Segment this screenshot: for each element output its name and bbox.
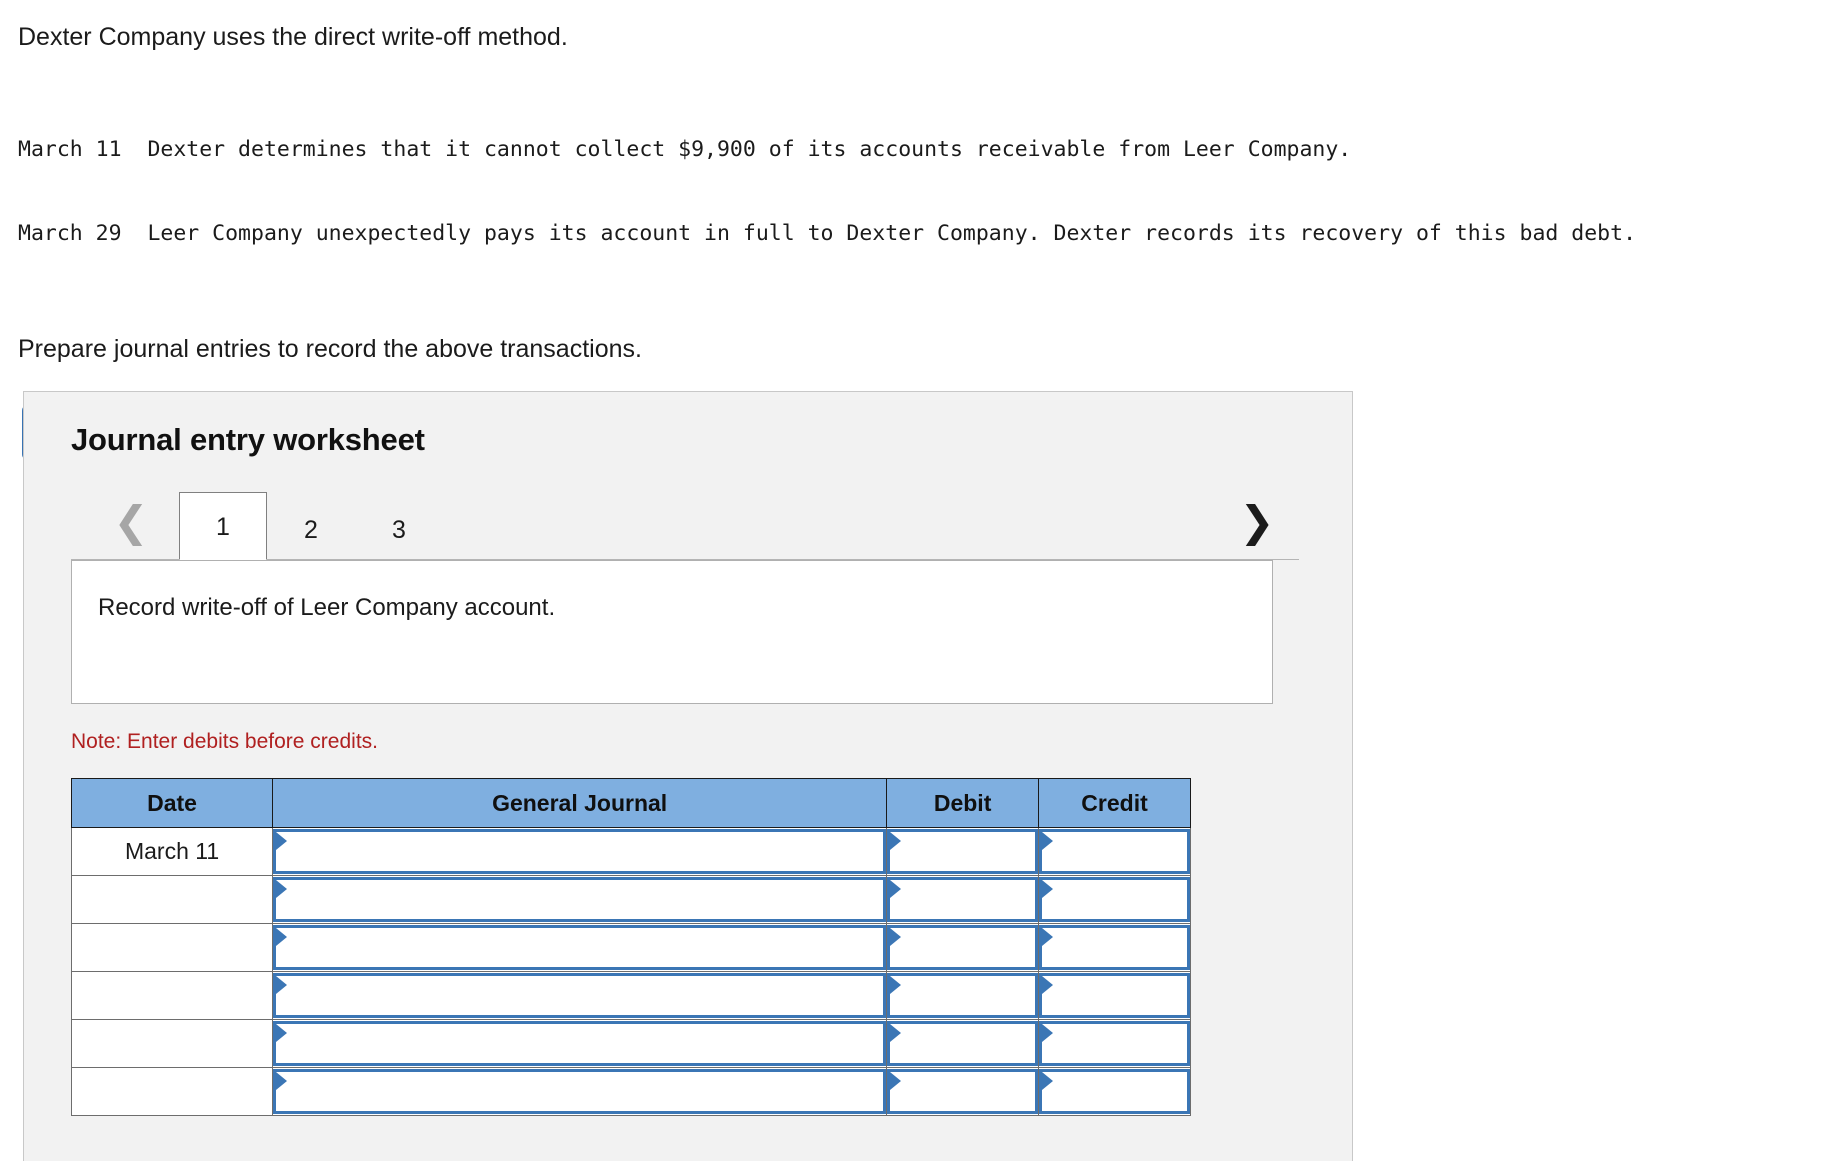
worksheet-tabbar: ❮ ❯ 1 2 3 — [71, 484, 1299, 560]
debit-cell[interactable] — [886, 971, 1040, 1020]
general-journal-cell[interactable] — [272, 971, 888, 1020]
debit-input[interactable] — [887, 1069, 1039, 1114]
credit-input[interactable] — [1039, 829, 1190, 874]
credit-cell[interactable] — [1038, 875, 1191, 924]
general-journal-input[interactable] — [273, 877, 887, 922]
debit-cell[interactable] — [886, 875, 1040, 924]
general-journal-cell[interactable] — [272, 875, 888, 924]
debit-cell[interactable] — [886, 1067, 1040, 1116]
date-cell[interactable] — [70, 875, 274, 924]
tab-3[interactable]: 3 — [355, 498, 443, 560]
credit-cell[interactable] — [1038, 923, 1191, 972]
credit-input[interactable] — [1039, 973, 1190, 1018]
journal-entry-table: Date General Journal Debit Credit March … — [70, 778, 1191, 1116]
table-row — [70, 1019, 1191, 1068]
credit-input[interactable] — [1039, 877, 1190, 922]
credit-input[interactable] — [1039, 925, 1190, 970]
worksheet-prompt-text: Record write-off of Leer Company account… — [98, 594, 556, 621]
debits-before-credits-note: Note: Enter debits before credits. — [71, 730, 378, 753]
table-row — [70, 1067, 1191, 1116]
debit-input[interactable] — [887, 829, 1039, 874]
table-row: March 11 — [70, 827, 1191, 876]
problem-statement: Dexter Company uses the direct write-off… — [0, 0, 1825, 366]
credit-input[interactable] — [1039, 1069, 1190, 1114]
debit-cell[interactable] — [886, 1019, 1040, 1068]
column-header-credit: Credit — [1038, 778, 1191, 828]
table-row — [70, 875, 1191, 924]
problem-intro: Dexter Company uses the direct write-off… — [18, 23, 568, 51]
credit-cell[interactable] — [1038, 1019, 1191, 1068]
column-header-debit: Debit — [886, 778, 1040, 828]
date-cell[interactable] — [70, 1019, 274, 1068]
column-header-general-journal: General Journal — [272, 778, 888, 828]
credit-cell[interactable] — [1038, 1067, 1191, 1116]
general-journal-input[interactable] — [273, 925, 887, 970]
transaction-list: March 11 Dexter determines that it canno… — [18, 80, 1807, 304]
problem-instruction: Prepare journal entries to record the ab… — [18, 335, 642, 363]
general-journal-input[interactable] — [273, 1021, 887, 1066]
tab-2[interactable]: 2 — [267, 498, 355, 560]
worksheet-prompt-box: Record write-off of Leer Company account… — [71, 560, 1273, 704]
table-row — [70, 923, 1191, 972]
column-header-date: Date — [70, 778, 274, 828]
credit-input[interactable] — [1039, 1021, 1190, 1066]
transaction-line-1: March 11 Dexter determines that it canno… — [18, 137, 1352, 162]
credit-cell[interactable] — [1038, 971, 1191, 1020]
general-journal-input[interactable] — [273, 829, 887, 874]
general-journal-input[interactable] — [273, 1069, 887, 1114]
date-cell[interactable] — [70, 1067, 274, 1116]
debit-input[interactable] — [887, 877, 1039, 922]
debit-input[interactable] — [887, 925, 1039, 970]
chevron-right-icon[interactable]: ❯ — [1235, 498, 1279, 546]
general-journal-cell[interactable] — [272, 1067, 888, 1116]
tab-1[interactable]: 1 — [179, 492, 267, 560]
table-row — [70, 971, 1191, 1020]
date-cell[interactable] — [70, 971, 274, 1020]
journal-entry-worksheet-panel: Journal entry worksheet ❮ ❯ 1 2 3 Record… — [23, 391, 1353, 1161]
general-journal-cell[interactable] — [272, 827, 888, 876]
transaction-line-2: March 29 Leer Company unexpectedly pays … — [18, 221, 1637, 246]
date-cell[interactable] — [70, 923, 274, 972]
chevron-left-icon[interactable]: ❮ — [109, 498, 153, 546]
date-cell[interactable]: March 11 — [70, 827, 274, 876]
debit-cell[interactable] — [886, 827, 1040, 876]
debit-input[interactable] — [887, 1021, 1039, 1066]
worksheet-title: Journal entry worksheet — [71, 422, 425, 457]
worksheet-tabs: 1 2 3 — [179, 492, 443, 560]
table-header-row: Date General Journal Debit Credit — [70, 778, 1191, 828]
general-journal-input[interactable] — [273, 973, 887, 1018]
debit-input[interactable] — [887, 973, 1039, 1018]
debit-cell[interactable] — [886, 923, 1040, 972]
general-journal-cell[interactable] — [272, 1019, 888, 1068]
credit-cell[interactable] — [1038, 827, 1191, 876]
general-journal-cell[interactable] — [272, 923, 888, 972]
